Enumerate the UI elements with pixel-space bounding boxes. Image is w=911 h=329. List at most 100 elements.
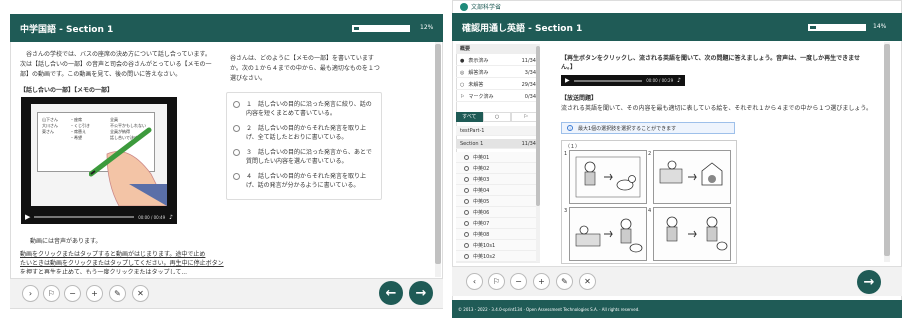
option-2[interactable]: ２ 話し合いの目的からそれた発言を取り上げ、全て話したとおりに書いている。 [233, 124, 377, 142]
option-1[interactable]: １ 話し合いの目的に沿った発言に絞り、話の内容を短くまとめて書いている。 [233, 100, 377, 118]
highlighter-glyph: ✎ [561, 277, 568, 286]
right-progress-fill [809, 25, 817, 30]
speaker-icon[interactable]: ♪ [677, 77, 681, 84]
left-scrollbar[interactable] [435, 42, 441, 277]
question-item[interactable]: 中英04 [456, 185, 540, 196]
answered-icon: ◎ [460, 69, 465, 76]
viewed-icon [464, 154, 469, 160]
section-label[interactable]: Section 1 11/34 [456, 139, 540, 149]
info-icon: i [567, 125, 573, 131]
question-item[interactable]: 中英10s1 [456, 240, 540, 251]
left-progress-fill [353, 26, 360, 31]
zoom-in-icon[interactable]: + [86, 285, 103, 302]
right-scroll-thumb[interactable] [884, 44, 890, 256]
audio-time: 00:00 / 00:29 [646, 78, 674, 83]
memo-name: 東さん [42, 129, 54, 134]
previous-button[interactable]: ← [379, 281, 403, 305]
left-passage: 谷さんの学校では、バスの座席の決め方について話し合っています。 次は【話し合いの… [20, 50, 220, 80]
question-item[interactable]: 中英06 [456, 207, 540, 218]
problem-text: 流される英語を聞いて、その内容を最も適切に表している絵を、それぞれ１から４までの… [561, 105, 872, 112]
question-item[interactable]: 中英03 [456, 174, 540, 185]
tab-all[interactable]: すべて [456, 112, 483, 122]
viewed-icon [464, 262, 469, 263]
video-player[interactable]: 山下さん 大川さん 東さん ・座席 ・くじ引き ・席替え ・希望 全員 不公平か… [21, 97, 177, 224]
tab-unanswered[interactable]: ○ [482, 112, 512, 122]
next-item-icon[interactable]: › [22, 285, 39, 302]
option-radio[interactable] [233, 101, 240, 108]
option-radio[interactable] [233, 125, 240, 132]
writing-hand-illustration [89, 127, 167, 206]
arrow-right-icon: → [863, 274, 875, 290]
choice-image-3[interactable]: 3 [564, 207, 647, 261]
zoom-out-icon[interactable]: − [64, 285, 81, 302]
video-seek-bar[interactable] [34, 216, 135, 218]
boy-bed-illustration [575, 218, 643, 253]
question-item[interactable]: 中英01 [456, 152, 540, 163]
question-label: 中英08 [473, 231, 490, 238]
flag-glyph: ⚐ [47, 289, 56, 298]
flag-icon[interactable]: ⚐ [488, 273, 505, 290]
note-line: を押すと再生を止めて、もう一度クリックまたはタップして... [20, 269, 188, 274]
question-item[interactable]: 中英02 [456, 163, 540, 174]
choice-image-4[interactable]: 4 [648, 207, 731, 261]
speaker-icon[interactable]: ♪ [169, 214, 173, 221]
question-item[interactable]: 中英10s2 [456, 251, 540, 262]
viewed-icon [464, 176, 469, 182]
instruction: 【再生ボタンをクリックし、流される英語を聞いて、次の問題に答えましょう。音声は、… [561, 54, 879, 72]
note-line: 動画をクリックまたはタップすると動画がはじまります。途中で止め [20, 251, 206, 258]
stat-answered[interactable]: ◎ 解答済み 3/34 [456, 68, 540, 78]
choice-image-2[interactable]: 2 [648, 150, 731, 204]
play-icon[interactable]: ▶ [565, 77, 570, 84]
option-3[interactable]: ３ 話し合いの目的に沿った発言から、あとで質問したい内容を選んで書いている。 [233, 148, 377, 166]
option-4[interactable]: ４ 話し合いの目的からそれた発言を取り上げ、話の発言が分かるように書いている。 [233, 172, 377, 190]
question-label: 中英06 [473, 209, 490, 216]
question-label: 中英10s2 [473, 253, 496, 260]
sidebar-scroll-thumb[interactable] [536, 46, 540, 206]
choice-image-1[interactable]: 1 [564, 150, 647, 204]
left-scroll-thumb[interactable] [435, 44, 441, 264]
boy-dog-illustration [575, 156, 641, 198]
question-item[interactable]: 中英10s3 [456, 262, 540, 263]
audio-player[interactable]: ▶ 00:00 / 00:29 ♪ [561, 75, 685, 86]
brand-name: 文部科学省 [471, 4, 502, 11]
option-text: ３ 話し合いの目的に沿った発言から、あとで質問したい内容を選んで書いている。 [246, 149, 372, 165]
viewed-icon [464, 209, 469, 215]
next-button[interactable]: → [409, 281, 433, 305]
right-scrollbar[interactable] [884, 42, 890, 262]
audio-seek-bar[interactable] [573, 79, 643, 82]
question-item[interactable]: 中英05 [456, 196, 540, 207]
play-icon[interactable]: ▶ [25, 213, 30, 221]
filter-tabs: すべて ○ ⚐ [456, 112, 541, 122]
note-line: たいときは動画をクリックまたはタップしてください。再生中に停止ボタン [20, 260, 224, 267]
option-radio[interactable] [233, 149, 240, 156]
option-radio[interactable] [233, 173, 240, 180]
question-label: 中英02 [473, 165, 490, 172]
arrow-right-icon: → [415, 285, 427, 301]
highlighter-icon[interactable]: ✎ [556, 273, 573, 290]
zoom-in-icon[interactable]: + [533, 273, 550, 290]
stat-flagged[interactable]: ⚐ マーク済み 0/34 [456, 92, 540, 102]
viewed-icon [464, 220, 469, 226]
flag-icon[interactable]: ⚐ [43, 285, 60, 302]
passage-line: 次は【話し合いの一部】の音声と司会の谷さんがとっている【メモの一 [20, 61, 212, 68]
zoom-in-glyph: + [538, 277, 545, 286]
video-caption: 【話し合いの一部】【メモの一部】 [20, 87, 114, 94]
viewed-icon [464, 242, 469, 248]
sidebar-scrollbar[interactable] [536, 44, 540, 262]
test-part-label[interactable]: testPart-1 [456, 126, 540, 136]
zoom-out-icon[interactable]: − [510, 273, 527, 290]
instruction-line: 【再生ボタンをクリックし、流される英語を聞いて、次の問題に答えましょう。音声は、… [561, 55, 860, 62]
left-progress-percent: 12% [420, 24, 434, 31]
right-progress-percent: 14% [873, 23, 887, 30]
zoom-out-glyph: − [515, 277, 522, 286]
next-button[interactable]: → [857, 270, 881, 294]
highlighter-icon[interactable]: ✎ [109, 285, 126, 302]
previous-item-icon[interactable]: ‹ [466, 273, 483, 290]
stat-viewed[interactable]: ● 表示済み 11/34 [456, 56, 540, 66]
eliminator-icon[interactable]: ✕ [579, 273, 596, 290]
stat-unanswered[interactable]: ○ 未解答 29/34 [456, 80, 540, 90]
eliminator-icon[interactable]: ✕ [132, 285, 149, 302]
question-label: 中英01 [473, 154, 490, 161]
question-item[interactable]: 中英07 [456, 218, 540, 229]
question-item[interactable]: 中英08 [456, 229, 540, 240]
